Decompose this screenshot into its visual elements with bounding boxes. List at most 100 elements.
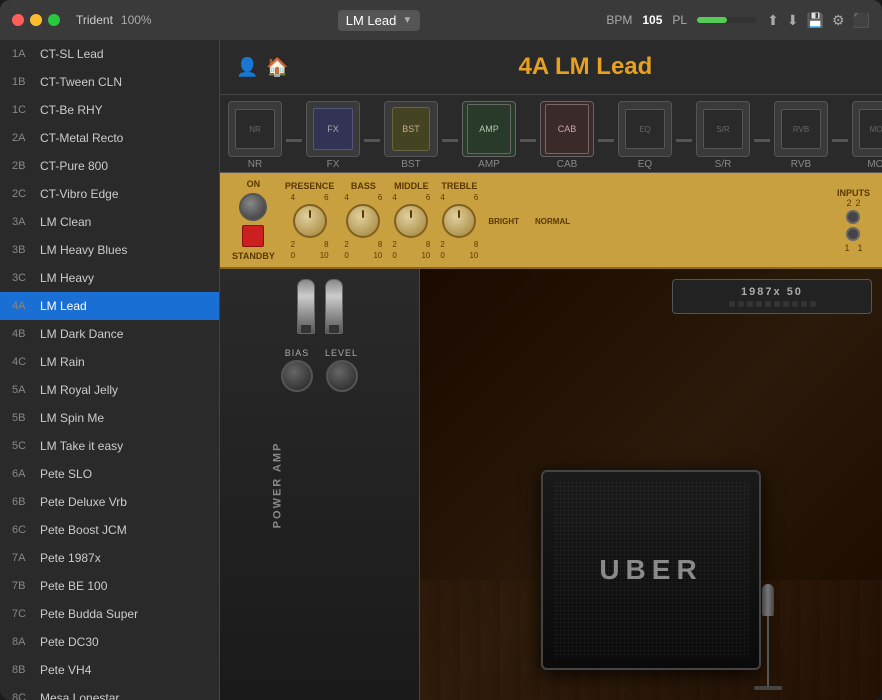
- settings-icon[interactable]: ⚙: [832, 12, 845, 29]
- presence-label: PRESENCE: [285, 181, 335, 191]
- sidebar-item-6a[interactable]: 6APete SLO: [0, 460, 219, 488]
- sidebar-item-1b[interactable]: 1BCT-Tween CLN: [0, 68, 219, 96]
- power-amp-label: POWER AMP: [271, 441, 283, 528]
- chain-item-s/r: S/RS/R: [696, 101, 750, 170]
- chain-box-eq[interactable]: EQ: [618, 101, 672, 157]
- sidebar-item-2a[interactable]: 2ACT-Metal Recto: [0, 124, 219, 152]
- middle-knob[interactable]: [394, 204, 428, 238]
- sidebar-item-5a[interactable]: 5ALM Royal Jelly: [0, 376, 219, 404]
- sidebar-slot: 1C: [12, 104, 40, 116]
- sidebar-item-7b[interactable]: 7BPete BE 100: [0, 572, 219, 600]
- sidebar-item-3b[interactable]: 3BLM Heavy Blues: [0, 236, 219, 264]
- preset-header-icons: 👤 🏠: [236, 57, 289, 78]
- bright-normal-labels: BRIGHT NORMAL: [488, 217, 570, 226]
- sidebar-item-6c[interactable]: 6CPete Boost JCM: [0, 516, 219, 544]
- amp-light-1: [729, 301, 735, 307]
- sidebar-item-1a[interactable]: 1ACT-SL Lead: [0, 40, 219, 68]
- chain-connector-0: [286, 139, 302, 142]
- sidebar-item-4a[interactable]: 4ALM Lead: [0, 292, 219, 320]
- chain-label-eq: EQ: [638, 159, 652, 170]
- titlebar: Trident 100% LM Lead ▼ BPM 105 PL ⬆ ⬇ 💾 …: [0, 0, 882, 40]
- bright-label: BRIGHT: [488, 217, 519, 226]
- export-icon[interactable]: ⬆: [767, 12, 779, 29]
- chain-item-bst: BSTBST: [384, 101, 438, 170]
- power-icon[interactable]: ⬛: [853, 12, 870, 29]
- presence-scale-bot2: 010: [291, 251, 329, 260]
- chain-box-amp[interactable]: AMP: [462, 101, 516, 157]
- chain-box-bst[interactable]: BST: [384, 101, 438, 157]
- chain-connector-7: [832, 139, 848, 142]
- chain-box-cab[interactable]: CAB: [540, 101, 594, 157]
- amp-light-8: [792, 301, 798, 307]
- chain-box-mod[interactable]: MOD: [852, 101, 882, 157]
- amp-light-3: [747, 301, 753, 307]
- amp-head-lights: [683, 301, 861, 307]
- sidebar-slot: 6C: [12, 524, 40, 536]
- standby-button[interactable]: [242, 225, 264, 247]
- bass-knob[interactable]: [346, 204, 380, 238]
- sidebar-item-4c[interactable]: 4CLM Rain: [0, 348, 219, 376]
- dropdown-arrow-icon: ▼: [402, 15, 412, 26]
- treble-scale-top: 46: [440, 193, 478, 202]
- chain-box-rvb[interactable]: RVB: [774, 101, 828, 157]
- bass-scale-bot2: 010: [344, 251, 382, 260]
- save-icon[interactable]: 💾: [807, 12, 824, 29]
- chain-item-fx: FXFX: [306, 101, 360, 170]
- preset-dropdown[interactable]: LM Lead ▼: [338, 10, 421, 31]
- bass-label: BASS: [351, 181, 376, 191]
- sidebar-item-2c[interactable]: 2CCT-Vibro Edge: [0, 180, 219, 208]
- import-icon[interactable]: ⬇: [787, 12, 799, 29]
- amp-light-2: [738, 301, 744, 307]
- zoom-level: 100%: [121, 13, 152, 27]
- chain-box-nr[interactable]: NR: [228, 101, 282, 157]
- sidebar-item-7c[interactable]: 7CPete Budda Super: [0, 600, 219, 628]
- sidebar-name: LM Take it easy: [40, 439, 207, 453]
- chain-label-cab: CAB: [557, 159, 578, 170]
- sidebar-item-5b[interactable]: 5BLM Spin Me: [0, 404, 219, 432]
- user-icon[interactable]: 👤: [236, 57, 258, 78]
- sidebar-item-8b[interactable]: 8BPete VH4: [0, 656, 219, 684]
- sidebar-slot: 4B: [12, 328, 40, 340]
- input-jack-1[interactable]: [846, 210, 860, 224]
- chain-connector-2: [442, 139, 458, 142]
- on-section: ON STANDBY: [232, 179, 275, 261]
- pl-bar[interactable]: [697, 17, 757, 23]
- chain-box-s/r[interactable]: S/R: [696, 101, 750, 157]
- mic-pole: [767, 616, 769, 686]
- home-icon[interactable]: 🏠: [266, 57, 288, 78]
- sidebar-slot: 8C: [12, 692, 40, 700]
- level-knob[interactable]: [326, 360, 358, 392]
- sidebar-slot: 5A: [12, 384, 40, 396]
- bias-knob[interactable]: [281, 360, 313, 392]
- sidebar-name: CT-Be RHY: [40, 103, 207, 117]
- treble-knob[interactable]: [442, 204, 476, 238]
- presence-knob[interactable]: [293, 204, 327, 238]
- pl-label: PL: [672, 13, 687, 27]
- cabinet-grille: [553, 482, 749, 658]
- sidebar-item-4b[interactable]: 4BLM Dark Dance: [0, 320, 219, 348]
- sidebar-name: LM Heavy Blues: [40, 243, 207, 257]
- input-jack-2[interactable]: [846, 227, 860, 241]
- sidebar-item-3c[interactable]: 3CLM Heavy: [0, 264, 219, 292]
- sidebar-name: LM Spin Me: [40, 411, 207, 425]
- sidebar-item-8a[interactable]: 8APete DC30: [0, 628, 219, 656]
- chain-box-fx[interactable]: FX: [306, 101, 360, 157]
- preset-selector-area: LM Lead ▼: [160, 10, 599, 31]
- close-button[interactable]: [12, 14, 24, 26]
- sidebar-item-1c[interactable]: 1CCT-Be RHY: [0, 96, 219, 124]
- sidebar-item-2b[interactable]: 2BCT-Pure 800: [0, 152, 219, 180]
- sidebar-item-3a[interactable]: 3ALM Clean: [0, 208, 219, 236]
- sidebar-name: Pete Budda Super: [40, 607, 207, 621]
- minimize-button[interactable]: [30, 14, 42, 26]
- sidebar-item-7a[interactable]: 7APete 1987x: [0, 544, 219, 572]
- chain-label-mod: MOD: [867, 159, 882, 170]
- sidebar-name: Pete SLO: [40, 467, 207, 481]
- sidebar-item-5c[interactable]: 5CLM Take it easy: [0, 432, 219, 460]
- maximize-button[interactable]: [48, 14, 60, 26]
- sidebar-slot: 2B: [12, 160, 40, 172]
- toolbar-icons: ⬆ ⬇ 💾 ⚙ ⬛: [767, 12, 870, 29]
- amp-light-9: [801, 301, 807, 307]
- power-switch[interactable]: [239, 193, 267, 221]
- sidebar-item-6b[interactable]: 6BPete Deluxe Vrb: [0, 488, 219, 516]
- sidebar-item-8c[interactable]: 8CMesa Lonestar: [0, 684, 219, 700]
